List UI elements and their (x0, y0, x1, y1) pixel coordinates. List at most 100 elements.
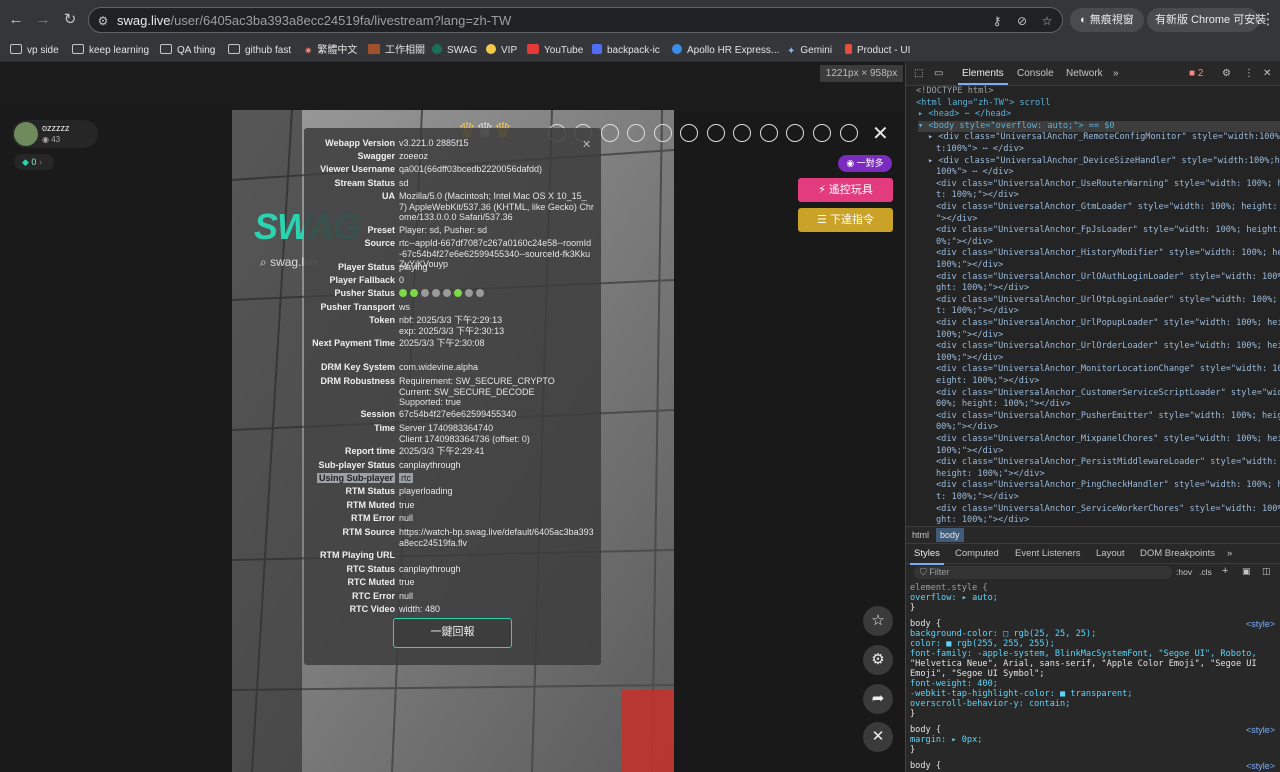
dom-line[interactable]: ▸ <div class="UniversalAnchor_DeviceSize… (928, 156, 1280, 168)
crumb-body[interactable]: body (936, 528, 964, 542)
dom-line[interactable]: <div class="UniversalAnchor_MonitorLocat… (936, 364, 1280, 376)
add-rule-icon[interactable]: + (1222, 565, 1228, 577)
url-text[interactable]: swag.live/user/6405ac3ba393a8ecc24519fa/… (117, 13, 511, 28)
dom-line[interactable]: 00%; height: 100%;"></div> (936, 399, 1071, 411)
more-tabs-icon[interactable]: » (1113, 68, 1119, 79)
one-click-report-button[interactable]: 一鍵回報 (393, 618, 512, 648)
bookmark-item[interactable]: ✷ 繁體中文 (304, 43, 357, 59)
dom-line[interactable]: 100%;"></div> (936, 353, 1003, 365)
streamer-card[interactable]: ozzzzz ◉ 43 (12, 120, 98, 148)
style-source-link[interactable]: <style> (1246, 725, 1275, 736)
bookmark-item[interactable]: SWAG (432, 43, 477, 59)
dom-line[interactable]: ▸ <head> ⋯ </head> (918, 109, 1011, 121)
dom-line[interactable]: <html lang="zh-TW"> scroll (916, 98, 1051, 110)
close-icon[interactable]: ✕ (1263, 68, 1271, 79)
style-source-link[interactable]: <style> (1246, 761, 1275, 772)
dom-line[interactable]: <div class="UniversalAnchor_MixpanelChor… (936, 434, 1280, 446)
back-arrow-icon[interactable]: ← (6, 10, 26, 30)
dom-line[interactable]: <div class="UniversalAnchor_UrlOAuthLogi… (936, 272, 1280, 284)
bookmark-item[interactable]: ✦ Gemini (787, 43, 832, 59)
inspect-element-icon[interactable]: ⬚ (914, 68, 923, 79)
settings-gear-icon[interactable]: ⚙ (863, 645, 893, 675)
dom-line[interactable]: ght: 100%;"></div> (936, 515, 1029, 526)
viewer-slot[interactable] (786, 124, 804, 142)
tab-dom-breakpoints[interactable]: DOM Breakpoints (1140, 548, 1215, 559)
bookmark-item[interactable]: backpack-ic (592, 43, 660, 59)
style-source-link[interactable]: <style> (1246, 619, 1275, 630)
hov-toggle[interactable]: :hov (1176, 567, 1192, 577)
style-line[interactable]: overflow: ▸ auto; (910, 593, 998, 604)
cls-toggle[interactable]: .cls (1199, 567, 1212, 577)
dom-line[interactable]: t:100%"> ⋯ </div> (936, 144, 1024, 156)
viewer-slot[interactable] (733, 124, 751, 142)
eye-off-icon[interactable]: ⊘ (1014, 13, 1030, 29)
bookmark-item[interactable]: Product - UI (845, 43, 910, 59)
dom-line[interactable]: 100%;"></div> (936, 330, 1003, 342)
bookmark-item[interactable]: vp side (10, 43, 59, 59)
dom-line[interactable]: 100%"> ⋯ </div> (936, 167, 1014, 179)
more-tabs-icon[interactable]: » (1227, 548, 1232, 559)
dom-line[interactable]: <div class="UniversalAnchor_PingCheckHan… (936, 480, 1280, 492)
filter-input[interactable]: ⛉ Filter (914, 566, 1172, 579)
site-settings-icon[interactable]: ⚙ (95, 13, 111, 29)
dom-line[interactable]: ▸ <div class="UniversalAnchor_RemoteConf… (928, 132, 1280, 144)
more-menu-icon[interactable]: ⋮ (1258, 10, 1278, 30)
styles-pane[interactable]: element.style { overflow: ▸ auto; } body… (906, 580, 1280, 772)
update-chrome-button[interactable]: 有新版 Chrome 可安裝 (1147, 8, 1266, 32)
dom-line[interactable]: <div class="UniversalAnchor_PusherEmitte… (936, 411, 1280, 423)
viewer-slot[interactable] (680, 124, 698, 142)
paint-icon[interactable]: ▣ (1242, 566, 1251, 577)
dom-line[interactable]: <div class="UniversalAnchor_CustomerServ… (936, 388, 1280, 400)
dom-line[interactable]: <div class="UniversalAnchor_UrlOrderLoad… (936, 341, 1280, 353)
dom-line[interactable]: ght: 100%;"></div> (936, 283, 1029, 295)
more-menu-icon[interactable]: ⋮ (1244, 68, 1254, 79)
remote-toy-button[interactable]: ⚡ 遙控玩具 (798, 178, 893, 202)
dom-line[interactable]: <div class="UniversalAnchor_UrlOtpLoginL… (936, 295, 1280, 307)
dom-line[interactable]: t: 100%;"></div> (936, 492, 1019, 504)
dom-line[interactable]: <div class="UniversalAnchor_UseRouterWar… (936, 179, 1280, 191)
dom-line[interactable]: <div class="UniversalAnchor_ServiceWorke… (936, 504, 1280, 516)
tab-event-listeners[interactable]: Event Listeners (1015, 548, 1080, 559)
forward-arrow-icon[interactable]: → (33, 10, 53, 30)
bookmark-item[interactable]: QA thing (160, 43, 215, 59)
dom-tree[interactable]: <!DOCTYPE html> <html lang="zh-TW"> scro… (906, 86, 1280, 526)
style-line[interactable]: margin: ▸ 0px; (910, 735, 982, 746)
dom-line[interactable]: t: 100%;"></div> (936, 190, 1019, 202)
dom-line[interactable]: eight: 100%;"></div> (936, 376, 1039, 388)
device-toggle-icon[interactable]: ▭ (934, 68, 943, 79)
dom-line[interactable]: 100%;"></div> (936, 446, 1003, 458)
dom-line[interactable]: "></div> (936, 214, 977, 226)
sidebar-toggle-icon[interactable]: ◫ (1262, 566, 1271, 577)
incognito-button[interactable]: ◐ 無痕視窗 (1070, 8, 1144, 32)
dom-line-selected[interactable]: ▾ <body style="overflow: auto;"> == $0 (918, 120, 1280, 133)
address-bar[interactable]: ⚙ swag.live/user/6405ac3ba393a8ecc24519f… (88, 7, 1063, 33)
dom-line[interactable]: 0%;"></div> (936, 237, 993, 249)
bookmark-item[interactable]: VIP (486, 43, 517, 59)
dom-line[interactable]: <!DOCTYPE html> (916, 86, 994, 98)
error-badge[interactable]: ■ 2 (1189, 68, 1203, 79)
viewer-slot[interactable] (627, 124, 645, 142)
dom-line[interactable]: <div class="UniversalAnchor_HistoryModif… (936, 248, 1280, 260)
dom-line[interactable]: <div class="UniversalAnchor_UrlPopupLoad… (936, 318, 1280, 330)
favorite-star-icon[interactable]: ☆ (863, 606, 893, 636)
tab-elements[interactable]: Elements (958, 68, 1008, 85)
password-key-icon[interactable]: ⚷ (989, 13, 1005, 29)
reload-icon[interactable]: ↻ (60, 10, 80, 30)
tab-styles[interactable]: Styles (910, 548, 944, 565)
share-arrow-icon[interactable]: ➦ (863, 684, 893, 714)
one-to-many-toggle[interactable]: ◉ 一對多 (838, 155, 892, 172)
settings-gear-icon[interactable]: ⚙ (1222, 68, 1231, 79)
bookmark-item[interactable]: 工作相關 (368, 43, 425, 59)
dom-line[interactable]: <div class="UniversalAnchor_FpJsLoader" … (936, 225, 1280, 237)
viewer-slot[interactable] (654, 124, 672, 142)
dom-line[interactable]: t: 100%;"></div> (936, 306, 1019, 318)
viewer-slot[interactable] (813, 124, 831, 142)
give-command-button[interactable]: ☰ 下達指令 (798, 208, 893, 232)
mute-speaker-icon[interactable]: ✕ (863, 722, 893, 752)
bookmark-item[interactable]: Apollo HR Express... (672, 43, 779, 59)
bookmark-star-icon[interactable]: ☆ (1039, 13, 1055, 29)
dom-line[interactable]: <div class="UniversalAnchor_GtmLoader" s… (936, 202, 1280, 214)
style-line[interactable]: overscroll-behavior-y: contain; (910, 699, 1070, 710)
avatar[interactable] (14, 122, 38, 146)
bookmark-item[interactable]: keep learning (72, 43, 149, 59)
